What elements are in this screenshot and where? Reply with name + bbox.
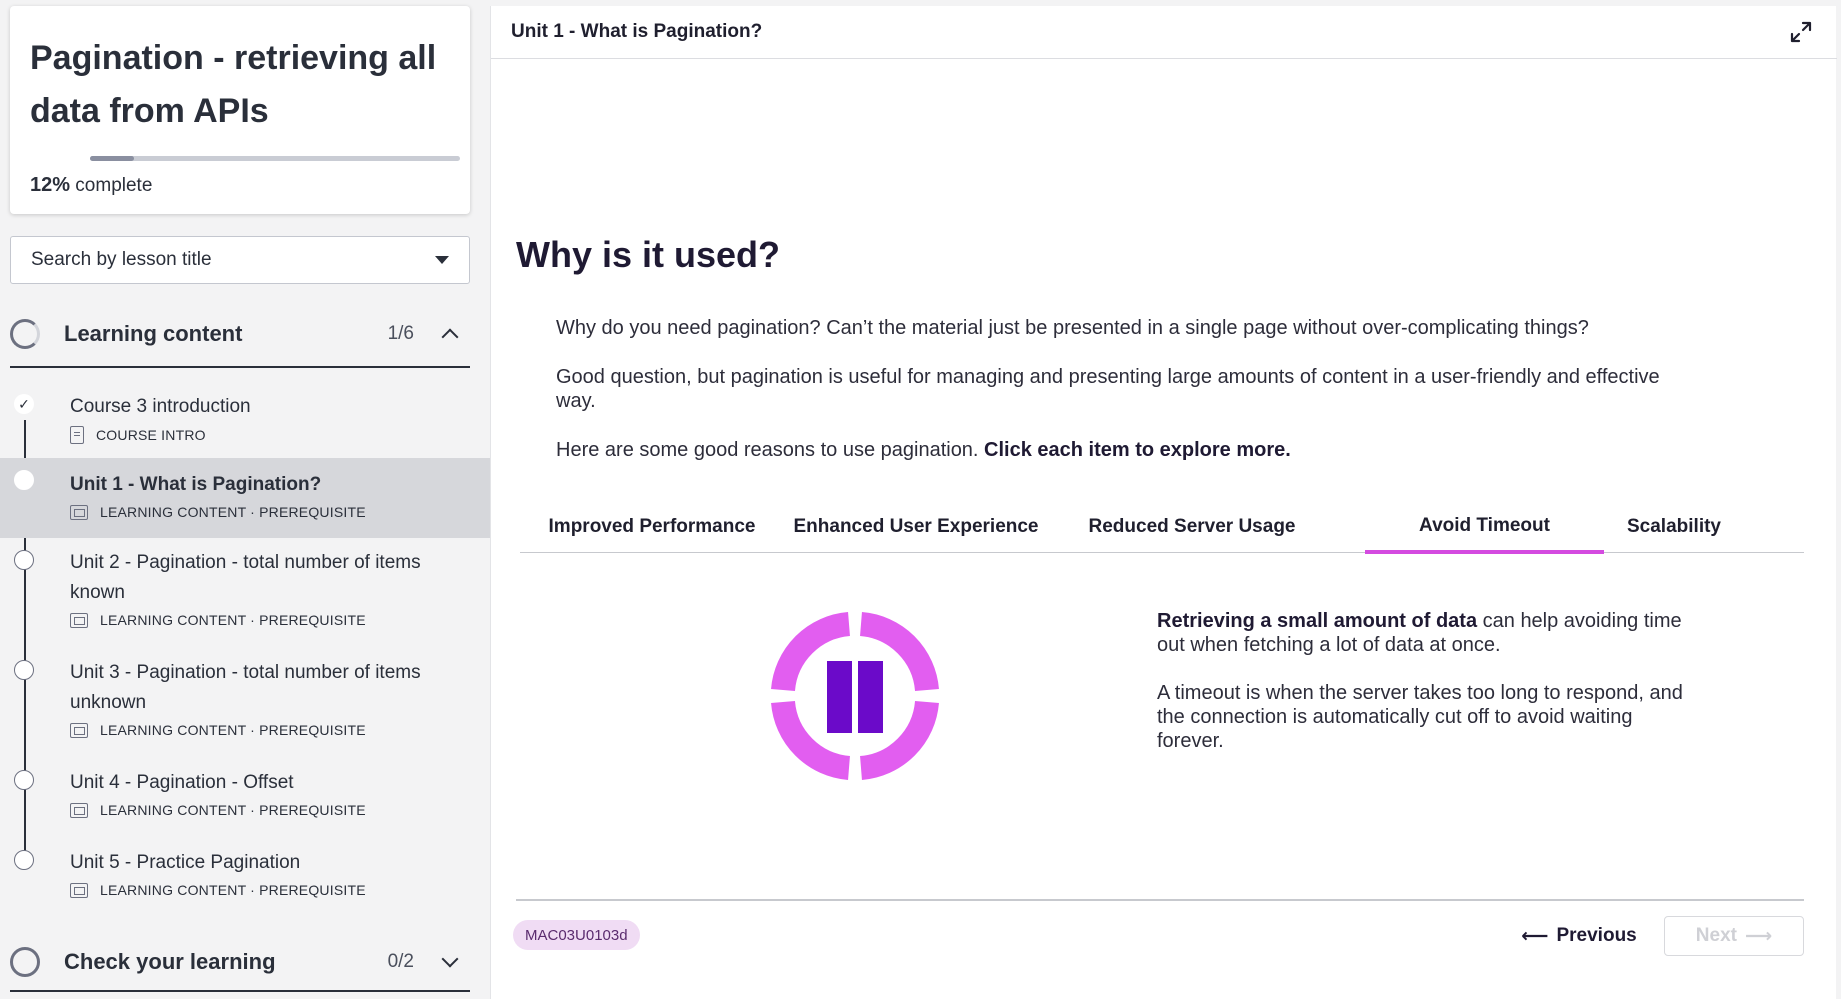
lesson-item-unit-5[interactable]: Unit 5 - Practice Pagination LEARNING CO… <box>0 848 490 928</box>
lesson-item-unit-2[interactable]: Unit 2 - Pagination - total number of it… <box>0 548 490 658</box>
pause-timeout-icon <box>771 612 939 780</box>
progress-label: complete <box>70 175 153 196</box>
unit-title: Unit 1 - What is Pagination? <box>511 21 763 42</box>
search-placeholder: Search by lesson title <box>31 249 212 270</box>
slides-icon <box>70 882 88 898</box>
chevron-up-icon[interactable] <box>441 328 459 346</box>
intro-paragraph-3: Here are some good reasons to use pagina… <box>556 438 1696 462</box>
slides-icon <box>70 802 88 818</box>
course-summary-card: Pagination - retrieving all data from AP… <box>10 6 470 214</box>
intro-paragraph-2: Good question, but pagination is useful … <box>556 366 1660 412</box>
lesson-search-dropdown[interactable]: Search by lesson title <box>10 236 470 284</box>
lesson-title: Unit 2 - Pagination - total number of it… <box>70 552 421 603</box>
section-count: 0/2 <box>387 951 414 972</box>
next-label: Next <box>1695 925 1737 946</box>
previous-label: Previous <box>1556 925 1637 946</box>
lesson-meta: COURSE INTRO <box>70 426 490 444</box>
lesson-type: LEARNING CONTENT · PREREQUISITE <box>100 802 366 818</box>
panel-paragraph-1: Retrieving a small amount of data can he… <box>1157 609 1697 657</box>
lesson-code-badge: MAC03U0103d <box>513 920 640 950</box>
arrow-right-icon: ⟶ <box>1744 925 1773 947</box>
lesson-status-dot <box>14 850 34 870</box>
lesson-item-unit-4[interactable]: Unit 4 - Pagination - Offset LEARNING CO… <box>0 768 490 848</box>
lesson-meta: LEARNING CONTENT · PREREQUISITE <box>70 504 490 520</box>
reasons-tablist: Improved Performance Enhanced User Exper… <box>520 501 1804 554</box>
lesson-meta: LEARNING CONTENT · PREREQUISITE <box>70 882 490 898</box>
course-progress-fill <box>90 156 135 161</box>
previous-button[interactable]: ⟵ Previous <box>1519 916 1639 956</box>
lesson-meta: LEARNING CONTENT · PREREQUISITE <box>70 612 490 628</box>
progress-percent: 12% <box>30 174 71 196</box>
lesson-content-pane: Unit 1 - What is Pagination? Why is it u… <box>490 6 1837 999</box>
next-button[interactable]: Next ⟶ <box>1664 916 1804 956</box>
lesson-title: Unit 3 - Pagination - total number of it… <box>70 662 421 713</box>
section-check-your-learning[interactable]: Check your learning 0/2 <box>10 934 470 992</box>
tab-enhanced-user-experience[interactable]: Enhanced User Experience <box>784 501 1048 553</box>
lesson-title: Course 3 introduction <box>70 396 251 417</box>
intro-call-to-action: Click each item to explore more. <box>984 439 1291 461</box>
tab-reduced-server-usage[interactable]: Reduced Server Usage <box>1048 501 1336 553</box>
slides-icon <box>70 722 88 738</box>
tab-panel-avoid-timeout: Retrieving a small amount of data can he… <box>1157 609 1697 753</box>
course-sidebar: Pagination - retrieving all data from AP… <box>0 0 490 999</box>
slides-icon <box>70 612 88 628</box>
slides-icon <box>70 504 88 520</box>
lesson-meta: LEARNING CONTENT · PREREQUISITE <box>70 802 490 818</box>
lesson-type: LEARNING CONTENT · PREREQUISITE <box>100 612 366 628</box>
lesson-meta: LEARNING CONTENT · PREREQUISITE <box>70 722 490 738</box>
section-title: Learning content <box>64 321 243 346</box>
lesson-status-dot <box>14 660 34 680</box>
lesson-type: COURSE INTRO <box>96 427 206 443</box>
tab-scalability[interactable]: Scalability <box>1604 501 1744 553</box>
lesson-status-dot <box>14 470 34 490</box>
section-count: 1/6 <box>387 323 414 344</box>
lesson-item-unit-3[interactable]: Unit 3 - Pagination - total number of it… <box>0 658 490 768</box>
lesson-title: Unit 1 - What is Pagination? <box>70 474 322 495</box>
lesson-title: Unit 5 - Practice Pagination <box>70 852 301 873</box>
lesson-header: Unit 1 - What is Pagination? <box>491 6 1837 59</box>
checkmark-icon: ✓ <box>14 394 34 414</box>
panel-emphasis: Retrieving a small amount of data <box>1157 610 1478 632</box>
course-progress-text: 12% complete <box>30 174 152 197</box>
tab-improved-performance[interactable]: Improved Performance <box>520 501 784 553</box>
lesson-item-course-intro[interactable]: ✓ Course 3 introduction COURSE INTRO <box>0 382 490 458</box>
section-title: Check your learning <box>64 949 276 974</box>
caret-down-icon <box>435 256 449 264</box>
lesson-status-dot <box>14 550 34 570</box>
lesson-item-unit-1[interactable]: Unit 1 - What is Pagination? LEARNING CO… <box>0 458 490 538</box>
expand-icon[interactable] <box>1789 20 1813 44</box>
section-learning-content[interactable]: Learning content 1/6 <box>10 302 470 368</box>
course-title: Pagination - retrieving all data from AP… <box>30 39 437 130</box>
course-progress-bar <box>90 156 460 161</box>
lesson-type: LEARNING CONTENT · PREREQUISITE <box>100 722 366 738</box>
intro-plain-text: Here are some good reasons to use pagina… <box>556 439 985 461</box>
lesson-type: LEARNING CONTENT · PREREQUISITE <box>100 504 366 520</box>
tab-avoid-timeout[interactable]: Avoid Timeout <box>1365 501 1604 554</box>
section-progress-ring-icon <box>10 947 40 977</box>
section-heading: Why is it used? <box>516 234 781 275</box>
lesson-status-dot <box>14 770 34 790</box>
panel-paragraph-2: A timeout is when the server takes too l… <box>1157 682 1683 752</box>
document-icon <box>70 426 84 444</box>
lesson-title: Unit 4 - Pagination - Offset <box>70 772 294 793</box>
footer-divider <box>516 899 1804 901</box>
arrow-left-icon: ⟵ <box>1521 925 1549 947</box>
chevron-down-icon[interactable] <box>441 950 459 968</box>
lesson-type: LEARNING CONTENT · PREREQUISITE <box>100 882 366 898</box>
intro-paragraph-1: Why do you need pagination? Can’t the ma… <box>556 317 1589 339</box>
section-progress-ring-icon <box>10 319 40 349</box>
